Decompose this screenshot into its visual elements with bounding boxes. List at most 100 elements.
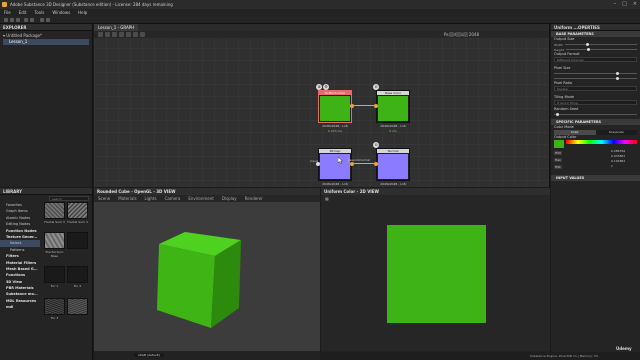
graph-panel[interactable]: Lesson_1 - GRAPH Parent Size: 2048 ⊕ ⚙ U… <box>94 24 550 187</box>
close-icon[interactable]: × <box>633 1 637 7</box>
tab-graph[interactable]: Lesson_1 - GRAPH <box>94 24 139 31</box>
explorer-panel: EXPLORER ▾ Untitled Package* Lesson_1 <box>0 24 93 187</box>
explorer-title: EXPLORER <box>0 24 92 31</box>
menu-edit[interactable]: Edit <box>19 10 27 15</box>
input-values-header[interactable]: INPUT VALUES <box>551 175 640 181</box>
frame-icon[interactable] <box>105 32 110 37</box>
thumb-caption: Fractal Sum Base <box>45 250 64 258</box>
settings-icon[interactable] <box>140 32 145 37</box>
node-timing: 0.213 ms <box>327 129 343 133</box>
thumb-fractal-sum-base[interactable] <box>44 232 65 249</box>
menu-tools[interactable]: Tools <box>34 10 44 15</box>
color-value-b[interactable]: 0.194861 <box>611 159 625 163</box>
tiling-mode-select[interactable]: H and V Tiling <box>554 100 637 105</box>
color-mode-grayscale[interactable]: Grayscale <box>595 130 637 135</box>
distribute-icon[interactable] <box>133 32 138 37</box>
hue-strip[interactable] <box>566 140 637 144</box>
color-value-r[interactable]: 0.286762 <box>611 149 625 153</box>
publish-icon[interactable] <box>40 18 44 22</box>
library-panel: LIBRARY search Favorites Graph Items Ato… <box>0 188 93 360</box>
3d-view-footer: sRGB (default) <box>94 351 320 360</box>
3d-view-panel[interactable]: Rounded Cube - OpenGL - 3D VIEW Scene Ma… <box>94 188 320 360</box>
new-file-icon[interactable] <box>4 18 8 22</box>
window-title: Adobe Substance 3D Designer (Substance e… <box>10 2 173 7</box>
color-mode-hsv[interactable]: HSV <box>554 151 563 155</box>
color-mode-hsl[interactable]: HSL <box>554 165 562 169</box>
connection-wire <box>354 163 376 164</box>
node-base-color-output[interactable]: Base Color <box>376 90 410 123</box>
undo-icon[interactable] <box>24 18 28 22</box>
thumb-caption: Fractal Sum 4 <box>67 220 88 224</box>
nav-substance-models[interactable]: Substance mo... <box>0 291 40 297</box>
2d-view-title: Uniform Color - 2D VIEW <box>321 188 550 195</box>
menu-camera[interactable]: Camera <box>165 196 181 201</box>
color-value-g[interactable]: 0.933667 <box>611 154 625 158</box>
maximize-icon[interactable]: □ <box>622 1 627 7</box>
width-slider[interactable] <box>564 43 637 46</box>
rounded-cube-mesh[interactable] <box>149 228 249 332</box>
pin-icon[interactable] <box>119 32 124 37</box>
nav-mdl[interactable]: mdl <box>0 304 40 310</box>
align-icon[interactable] <box>126 32 131 37</box>
menu-lights[interactable]: Lights <box>145 196 157 201</box>
menu-renderer[interactable]: Renderer <box>245 196 263 201</box>
open-file-icon[interactable] <box>10 18 14 22</box>
node-resolution: 2048x2048 - L16 <box>322 124 348 128</box>
random-seed-row[interactable] <box>551 112 640 117</box>
node-title: Normal <box>377 149 409 153</box>
view-options-icon[interactable]: ▦ <box>325 196 329 201</box>
height-label: Height <box>554 47 564 52</box>
color-mode-hex[interactable]: Hex <box>554 158 562 162</box>
comment-icon[interactable] <box>112 32 117 37</box>
thumb-fur-placeholder[interactable] <box>67 232 88 249</box>
pixel-size-y-slider[interactable] <box>554 77 637 80</box>
layout-icon[interactable] <box>46 18 50 22</box>
grid-icon[interactable] <box>456 32 461 37</box>
library-nav: Favorites Graph Items Atomic Nodes Editi… <box>0 202 40 311</box>
node-add-icon[interactable] <box>98 32 103 37</box>
thumb-fur-4[interactable] <box>67 298 88 315</box>
node-bitmap-input[interactable]: Bitmap <box>318 148 352 181</box>
input-port[interactable] <box>316 162 320 166</box>
2d-view-panel[interactable]: Uniform Color - 2D VIEW ▦ 15.06% <box>321 188 550 360</box>
output-format-select[interactable]: Different Channel <box>554 57 637 62</box>
node-uniform-color[interactable]: Uniform Color <box>318 90 352 123</box>
menu-scene[interactable]: Scene <box>98 196 110 201</box>
input-port[interactable] <box>374 104 378 108</box>
graph-item-lesson1[interactable]: Lesson_1 <box>3 39 89 45</box>
menu-windows[interactable]: Windows <box>52 10 70 15</box>
pixel-ratio-select[interactable]: Square <box>554 86 637 91</box>
menu-materials[interactable]: Materials <box>118 196 136 201</box>
color-picker[interactable] <box>554 140 637 148</box>
thumb-fur-1[interactable] <box>44 266 65 283</box>
save-icon[interactable] <box>16 18 20 22</box>
menu-file[interactable]: File <box>4 10 11 15</box>
status-bar: Substance Engine: Direct3D 11 | Memory: … <box>320 352 640 360</box>
minimize-icon[interactable]: – <box>614 1 617 7</box>
port-label-input: Input <box>310 159 318 163</box>
menu-bar: File Edit Tools Windows Help <box>0 9 640 16</box>
thumb-fur-2[interactable] <box>67 266 88 283</box>
fit-icon[interactable] <box>449 32 454 37</box>
thumb-fractal-sum-3[interactable] <box>44 202 65 219</box>
pixel-size-x-slider[interactable] <box>554 72 637 75</box>
nav-material-filters[interactable]: Material Filters <box>0 260 40 266</box>
view-options-icon[interactable] <box>463 32 468 37</box>
texture-preview[interactable] <box>387 225 486 323</box>
redo-icon[interactable] <box>30 18 34 22</box>
thumb-fractal-sum-4[interactable] <box>67 202 88 219</box>
height-slider[interactable] <box>565 48 637 51</box>
random-seed-slider[interactable] <box>554 113 637 116</box>
node-normal-output[interactable]: Normal <box>376 148 410 181</box>
nav-function-nodes[interactable]: Function Nodes <box>0 228 40 234</box>
input-port[interactable] <box>374 162 378 166</box>
menu-display[interactable]: Display <box>222 196 237 201</box>
menu-help[interactable]: Help <box>78 10 87 15</box>
color-swatch[interactable] <box>554 140 564 148</box>
colorspace-select[interactable]: sRGB (default) <box>134 353 164 357</box>
library-search-input[interactable]: search <box>49 196 89 201</box>
menu-environment[interactable]: Environment <box>188 196 214 201</box>
color-value-a[interactable]: 1 <box>611 164 613 168</box>
memory-label: Memory: 3% <box>579 354 599 358</box>
thumb-fur-3[interactable] <box>44 298 65 315</box>
